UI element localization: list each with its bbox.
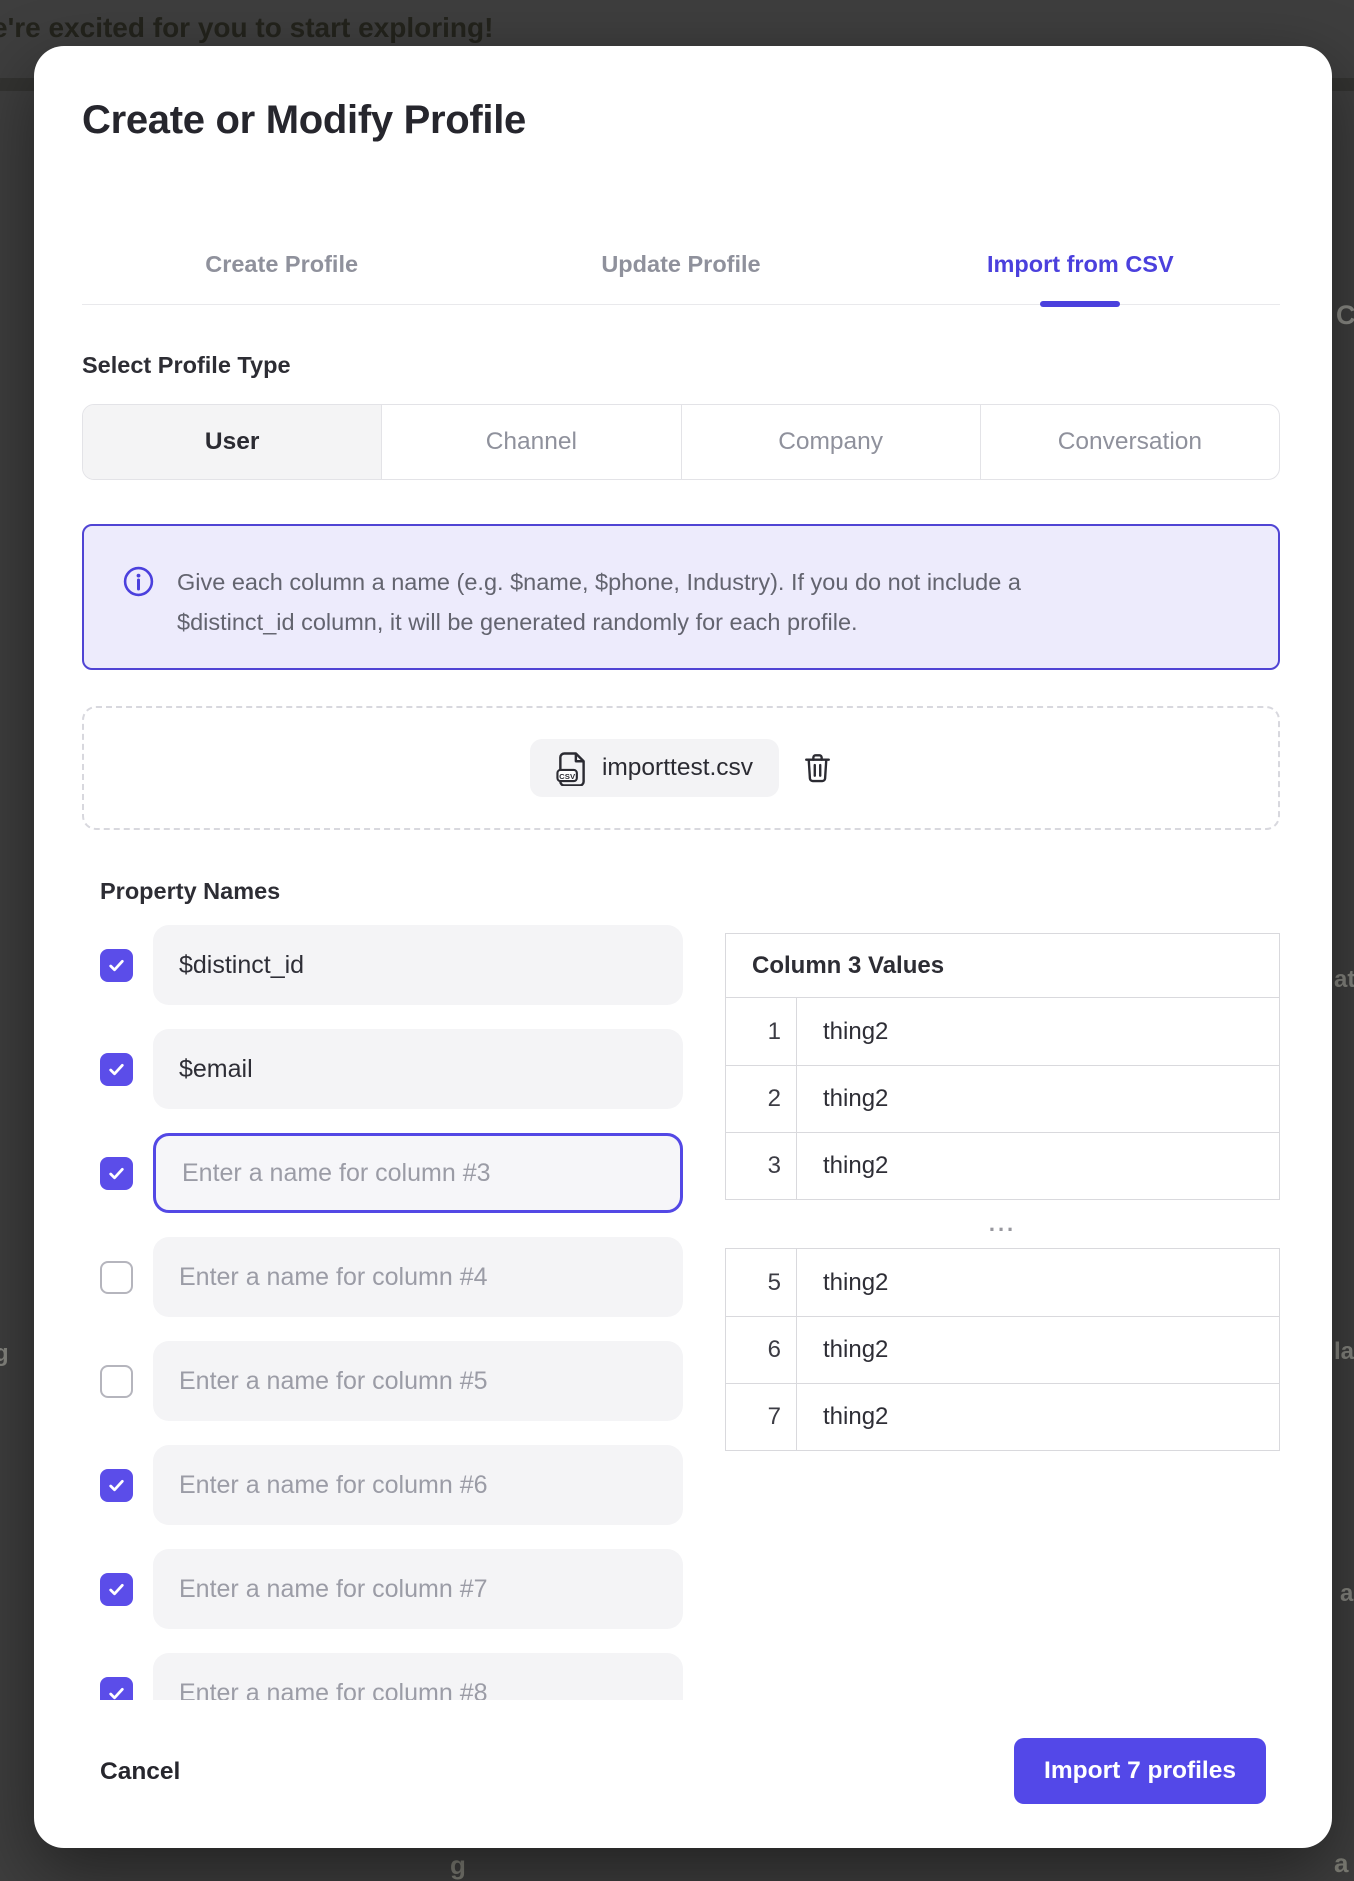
property-name-input-6[interactable] — [153, 1445, 683, 1525]
row-value: thing2 — [797, 1066, 888, 1132]
profile-type-segmented-control: User Channel Company Conversation — [82, 404, 1280, 480]
column-values-preview: Column 3 Values 1 thing2 2 thing2 3 thin… — [725, 933, 1280, 1451]
row-index: 7 — [726, 1384, 797, 1450]
delete-file-button[interactable] — [803, 752, 832, 784]
tab-import-label: Import from CSV — [987, 251, 1174, 278]
profile-type-channel[interactable]: Channel — [381, 405, 680, 479]
table-row: 7 thing2 — [726, 1383, 1279, 1450]
profile-type-company[interactable]: Company — [681, 405, 980, 479]
property-name-input-4[interactable] — [153, 1237, 683, 1317]
profile-type-user[interactable]: User — [83, 405, 381, 479]
row-value: thing2 — [797, 998, 888, 1065]
checkbox-column-2[interactable] — [100, 1053, 133, 1086]
modal-tab-bar: Create Profile Update Profile Import fro… — [82, 225, 1280, 305]
background-banner-text: e're excited for you to start exploring! — [0, 12, 493, 44]
property-row-8 — [100, 1653, 683, 1700]
select-profile-type-label: Select Profile Type — [82, 352, 291, 379]
property-row-3 — [100, 1133, 683, 1213]
background-fragment: a — [1334, 1848, 1348, 1879]
uploaded-file-name: importtest.csv — [602, 754, 753, 782]
property-names-heading: Property Names — [100, 878, 280, 905]
svg-text:CSV: CSV — [559, 771, 576, 780]
row-index: 1 — [726, 998, 797, 1065]
tab-import-from-csv[interactable]: Import from CSV — [881, 225, 1280, 304]
csv-file-icon: CSV — [556, 751, 587, 786]
csv-dropzone[interactable]: CSV importtest.csv — [82, 706, 1280, 830]
checkbox-column-7[interactable] — [100, 1573, 133, 1606]
property-row-5 — [100, 1341, 683, 1421]
property-name-input-8[interactable] — [153, 1653, 683, 1700]
table-row: 2 thing2 — [726, 1065, 1279, 1132]
tab-create-profile[interactable]: Create Profile — [82, 225, 481, 304]
row-index: 2 — [726, 1066, 797, 1132]
checkbox-column-1[interactable] — [100, 949, 133, 982]
create-or-modify-profile-modal: Create or Modify Profile Create Profile … — [34, 46, 1332, 1848]
row-value: thing2 — [797, 1384, 888, 1450]
values-table-top: Column 3 Values 1 thing2 2 thing2 3 thin… — [725, 933, 1280, 1200]
row-value: thing2 — [797, 1133, 888, 1199]
property-name-input-2[interactable] — [153, 1029, 683, 1109]
info-icon — [122, 565, 155, 668]
property-name-input-1[interactable] — [153, 925, 683, 1005]
import-profiles-button[interactable]: Import 7 profiles — [1014, 1738, 1266, 1804]
active-tab-underline — [1040, 301, 1120, 307]
table-row: 5 thing2 — [726, 1249, 1279, 1316]
checkbox-column-5[interactable] — [100, 1365, 133, 1398]
row-value: thing2 — [797, 1317, 888, 1383]
property-row-7 — [100, 1549, 683, 1629]
values-table-header: Column 3 Values — [726, 934, 1279, 998]
checkbox-column-3[interactable] — [100, 1157, 133, 1190]
property-row-4 — [100, 1237, 683, 1317]
modal-title: Create or Modify Profile — [82, 98, 526, 143]
info-callout: Give each column a name (e.g. $name, $ph… — [82, 524, 1280, 670]
background-fragment: g — [0, 1340, 9, 1368]
property-name-input-3[interactable] — [153, 1133, 683, 1213]
property-row-2 — [100, 1029, 683, 1109]
background-fragment: a — [1340, 1580, 1353, 1608]
rows-ellipsis: ... — [725, 1200, 1280, 1248]
values-table-bottom: 5 thing2 6 thing2 7 thing2 — [725, 1248, 1280, 1451]
property-row-1 — [100, 925, 683, 1005]
row-index: 6 — [726, 1317, 797, 1383]
table-row: 6 thing2 — [726, 1316, 1279, 1383]
background-fragment: g — [450, 1850, 466, 1881]
background-fragment: lab — [1334, 1338, 1354, 1366]
row-value: thing2 — [797, 1249, 888, 1316]
property-name-input-7[interactable] — [153, 1549, 683, 1629]
table-row: 3 thing2 — [726, 1132, 1279, 1199]
background-fragment: ata — [1334, 966, 1354, 994]
row-index: 5 — [726, 1249, 797, 1316]
property-names-list[interactable] — [100, 925, 683, 1700]
background-fragment: Co — [1336, 300, 1354, 331]
row-index: 3 — [726, 1133, 797, 1199]
property-name-input-5[interactable] — [153, 1341, 683, 1421]
checkbox-column-8[interactable] — [100, 1677, 133, 1701]
tab-update-profile[interactable]: Update Profile — [481, 225, 880, 304]
cancel-button[interactable]: Cancel — [100, 1758, 180, 1786]
checkbox-column-6[interactable] — [100, 1469, 133, 1502]
info-text: Give each column a name (e.g. $name, $ph… — [177, 562, 1137, 668]
property-row-6 — [100, 1445, 683, 1525]
uploaded-file-chip[interactable]: CSV importtest.csv — [530, 739, 779, 797]
profile-type-conversation[interactable]: Conversation — [980, 405, 1279, 479]
checkbox-column-4[interactable] — [100, 1261, 133, 1294]
table-row: 1 thing2 — [726, 998, 1279, 1065]
